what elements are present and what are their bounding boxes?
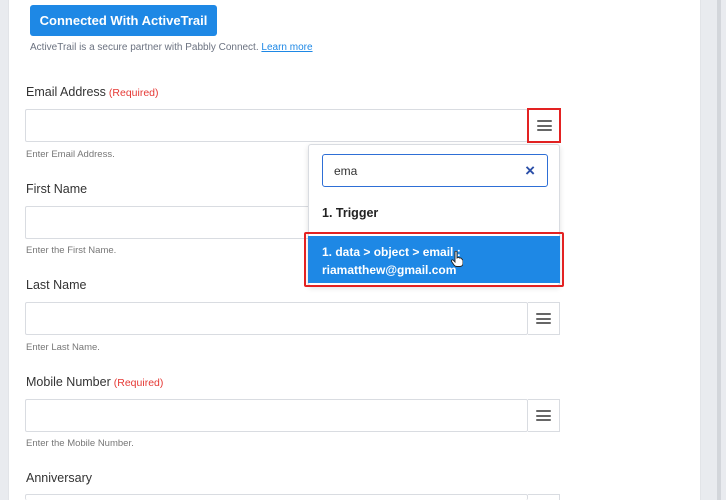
last-name-menu-button[interactable]	[528, 302, 560, 335]
mobile-label: Mobile Number (Required)	[26, 375, 163, 389]
last-name-label: Last Name	[26, 278, 86, 292]
mobile-input[interactable]	[25, 399, 528, 432]
option-highlight-box: 1. data > object > email : riamatthew@gm…	[304, 232, 564, 287]
hamburger-menu-icon	[536, 410, 551, 421]
last-name-label-text: Last Name	[26, 278, 87, 292]
search-value: ema	[334, 164, 358, 178]
hamburger-menu-icon	[536, 313, 551, 324]
email-required-tag: (Required)	[108, 87, 159, 99]
mobile-menu-button[interactable]	[528, 399, 560, 432]
email-input[interactable]	[25, 109, 528, 142]
hamburger-menu-icon	[536, 120, 552, 131]
email-label-text: Email Address	[26, 85, 106, 99]
email-menu-button[interactable]	[527, 108, 561, 143]
first-name-label: First Name	[26, 182, 87, 196]
anniversary-label-text: Anniversary	[26, 471, 92, 485]
first-name-help: Enter the First Name.	[26, 245, 117, 256]
last-name-help: Enter Last Name.	[26, 342, 100, 353]
email-label: Email Address (Required)	[26, 85, 159, 99]
email-option[interactable]: 1. data > object > email : riamatthew@gm…	[308, 236, 560, 283]
option-value: riamatthew@gmail.com	[322, 263, 457, 277]
last-name-input[interactable]	[25, 302, 528, 335]
page-scrollbar[interactable]	[717, 0, 721, 500]
option-path: 1. data > object > email :	[322, 245, 461, 259]
anniversary-input[interactable]	[25, 494, 528, 500]
dropdown-search-input[interactable]: ema ×	[322, 154, 548, 187]
hand-pointer-icon	[451, 251, 463, 267]
first-name-label-text: First Name	[26, 182, 88, 196]
partner-text: ActiveTrail is a secure partner with Pab…	[30, 42, 259, 53]
learn-more-link[interactable]: Learn more	[261, 42, 312, 53]
email-help: Enter Email Address.	[26, 149, 115, 160]
close-icon[interactable]: ×	[525, 161, 535, 181]
trigger-group-label: 1. Trigger	[322, 206, 379, 220]
partner-note: ActiveTrail is a secure partner with Pab…	[30, 42, 313, 53]
mobile-required-tag: (Required)	[113, 377, 164, 389]
mobile-label-text: Mobile Number	[26, 375, 111, 389]
connected-activetrail-button[interactable]: Connected With ActiveTrail	[30, 5, 217, 36]
anniversary-menu-button[interactable]	[528, 494, 560, 500]
mobile-help: Enter the Mobile Number.	[26, 438, 134, 449]
anniversary-label: Anniversary	[26, 471, 92, 485]
